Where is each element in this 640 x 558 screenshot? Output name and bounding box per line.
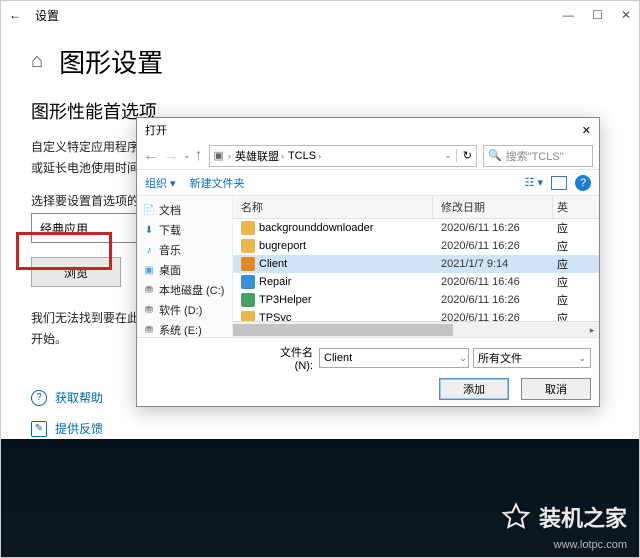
file-date: 2021/1/7 9:14 xyxy=(433,258,553,270)
file-type: 应 xyxy=(553,220,585,236)
file-icon xyxy=(241,293,255,307)
titlebar: ← 设置 — ☐ ✕ xyxy=(1,1,639,29)
new-folder-button[interactable]: 新建文件夹 xyxy=(190,175,245,191)
tree-item-label: 系统 (E:) xyxy=(159,322,202,337)
filename-input[interactable] xyxy=(319,348,469,368)
select-value: 经典应用 xyxy=(40,220,88,237)
file-icon xyxy=(241,239,255,253)
file-name: backgrounddownloader xyxy=(259,222,373,234)
address-breadcrumb[interactable]: ▣ › 英雄联盟› TCLS› ⌄ ↻ xyxy=(209,145,477,167)
nav-up-icon[interactable]: ↑ xyxy=(195,147,203,165)
page-title: 图形设置 xyxy=(59,43,163,80)
tree-item-label: 音乐 xyxy=(159,242,181,258)
col-name: 名称 xyxy=(233,196,433,218)
drive-icon: ▣ xyxy=(214,149,224,162)
browse-button[interactable]: 浏览 xyxy=(31,257,121,287)
file-icon xyxy=(241,311,255,321)
star-icon xyxy=(501,502,531,532)
file-date: 2020/6/11 16:26 xyxy=(433,294,553,306)
search-icon: 🔍 xyxy=(488,149,502,162)
feedback-icon: ✎ xyxy=(31,421,47,437)
tree-item[interactable]: 📄 文档 xyxy=(139,200,230,220)
help-icon: ? xyxy=(31,390,47,406)
preview-pane-icon[interactable] xyxy=(551,176,567,190)
tree-item[interactable]: ▣ 桌面 xyxy=(139,260,230,280)
file-type: 应 xyxy=(553,310,585,321)
file-row[interactable]: Client 2021/1/7 9:14应 xyxy=(233,255,599,273)
file-date: 2020/6/11 16:26 xyxy=(433,312,553,321)
scroll-right-icon: ▸ xyxy=(585,322,599,338)
tree-item[interactable]: ⛃ 软件 (D:) xyxy=(139,300,230,320)
file-row[interactable]: backgrounddownloader 2020/6/11 16:26应 xyxy=(233,219,599,237)
view-mode-button[interactable]: ☷ ▾ xyxy=(525,176,543,189)
tree-item-icon: ▣ xyxy=(143,264,155,276)
file-type: 应 xyxy=(553,256,585,272)
file-name: Repair xyxy=(259,276,291,288)
tree-item-icon: ♪ xyxy=(143,244,155,256)
home-icon[interactable]: ⌂ xyxy=(31,50,43,73)
tree-item-icon: ⛃ xyxy=(143,284,155,296)
tree-item-label: 桌面 xyxy=(159,262,181,278)
tree-item[interactable]: ⛃ 本地磁盘 (C:) xyxy=(139,280,230,300)
col-date: 修改日期 xyxy=(433,196,553,218)
max-button[interactable]: ☐ xyxy=(592,8,603,22)
tree-item-icon: ⬇ xyxy=(143,224,155,236)
file-name: TPSvc xyxy=(259,312,291,321)
tree-item[interactable]: ⛃ 系统 (E:) xyxy=(139,320,230,337)
file-row[interactable]: Repair 2020/6/11 16:46应 xyxy=(233,273,599,291)
tree-item-icon: ⛃ xyxy=(143,324,155,336)
file-date: 2020/6/11 16:26 xyxy=(433,222,553,234)
file-row[interactable]: TP3Helper 2020/6/11 16:26应 xyxy=(233,291,599,309)
back-icon[interactable]: ← xyxy=(9,8,21,22)
file-name: TP3Helper xyxy=(259,294,312,306)
nav-forward-icon[interactable]: → xyxy=(163,147,179,165)
file-icon xyxy=(241,221,255,235)
tree-item-label: 下载 xyxy=(159,222,181,238)
nav-recent-icon[interactable]: ⌄ xyxy=(183,150,191,161)
col-type: 英 xyxy=(553,196,585,218)
dialog-title: 打开 xyxy=(145,122,167,138)
cancel-button[interactable]: 取消 xyxy=(521,378,591,400)
add-button[interactable]: 添加 xyxy=(439,378,509,400)
min-button[interactable]: — xyxy=(562,8,574,22)
filename-label: 文件名(N): xyxy=(263,344,313,372)
file-type-select[interactable]: 所有文件⌄ xyxy=(473,348,591,368)
file-open-dialog: 打开 ✕ ← → ⌄ ↑ ▣ › 英雄联盟› TCLS› ⌄ ↻ 🔍 搜索"TC… xyxy=(136,117,600,407)
tree-item[interactable]: ♪ 音乐 xyxy=(139,240,230,260)
column-headers[interactable]: 名称 修改日期 英 xyxy=(233,196,599,219)
chevron-down-icon[interactable]: ⌄ xyxy=(444,150,452,161)
file-date: 2020/6/11 16:46 xyxy=(433,276,553,288)
refresh-icon[interactable]: ↻ xyxy=(456,149,472,162)
file-name: bugreport xyxy=(259,240,306,252)
dialog-close-icon[interactable]: ✕ xyxy=(582,124,591,137)
horizontal-scrollbar[interactable]: ◂ ▸ xyxy=(233,321,599,337)
folder-tree[interactable]: 📄 文档 ⬇ 下载 ♪ 音乐 ▣ 桌面 ⛃ 本地磁盘 (C:) ⛃ 软件 (D:) ⛃ 系统 (E:) xyxy=(137,196,233,337)
file-type: 应 xyxy=(553,292,585,308)
search-input[interactable]: 🔍 搜索"TCLS" xyxy=(483,145,593,167)
organize-menu[interactable]: 组织 ▾ xyxy=(145,175,176,191)
file-icon xyxy=(241,275,255,289)
file-type: 应 xyxy=(553,238,585,254)
tree-item-label: 软件 (D:) xyxy=(159,302,202,318)
tree-item-label: 文档 xyxy=(159,202,181,218)
file-row[interactable]: TPSvc 2020/6/11 16:26应 xyxy=(233,309,599,321)
file-date: 2020/6/11 16:26 xyxy=(433,240,553,252)
window-title: 设置 xyxy=(35,7,59,24)
feedback-link[interactable]: ✎ 提供反馈 xyxy=(31,420,609,437)
file-row[interactable]: bugreport 2020/6/11 16:26应 xyxy=(233,237,599,255)
tree-item-icon: ⛃ xyxy=(143,304,155,316)
close-button[interactable]: ✕ xyxy=(621,8,631,22)
tree-item-icon: 📄 xyxy=(143,204,155,216)
file-name: Client xyxy=(259,258,287,270)
tree-item[interactable]: ⬇ 下载 xyxy=(139,220,230,240)
dialog-help-icon[interactable]: ? xyxy=(575,175,591,191)
desktop-area: 装机之家 www.lotpc.com xyxy=(1,439,639,557)
watermark-site: www.lotpc.com xyxy=(554,539,627,551)
file-type: 应 xyxy=(553,274,585,290)
nav-back-icon[interactable]: ← xyxy=(143,147,159,165)
tree-item-label: 本地磁盘 (C:) xyxy=(159,282,224,298)
file-icon xyxy=(241,257,255,271)
watermark: 装机之家 xyxy=(501,501,627,533)
